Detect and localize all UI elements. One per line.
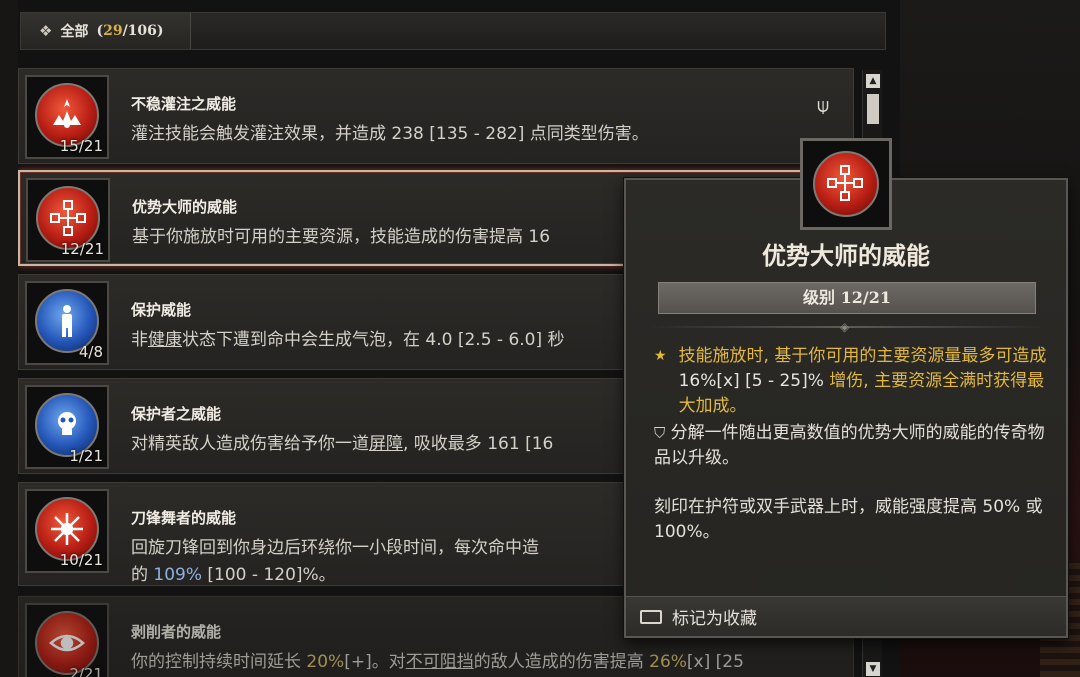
tooltip-level: 级别 12/21 [658,282,1036,314]
four-diamond-icon: ❖ [39,22,53,40]
keyword-link[interactable]: 健康 [148,330,182,350]
left-edge [0,0,18,677]
aspect-icon-frame: 2/21 [25,603,109,677]
keyboard-key-icon [640,609,662,624]
aspect-title: 优势大师的威能 [132,198,238,216]
star-icon: ★ [654,348,667,364]
tooltip-body: ★ 技能施放时, 基于你可用的主要资源量最多可造成 16%[x] [5 - 25… [654,344,1054,545]
aspect-rank: 1/21 [69,447,103,465]
filter-tab-all[interactable]: ❖ 全部 (29/106) [21,13,191,49]
aspect-title: 剥削者的威能 [131,623,222,641]
aspect-title: 刀锋舞者的威能 [131,509,237,527]
keyword-link[interactable]: 不可阻挡 [406,652,474,672]
filter-tab-count: (29/106) [96,23,164,39]
list-item[interactable]: 15/21 不稳灌注之威能 灌注技能会触发灌注效果，并造成 238 [135 -… [18,68,854,164]
divider-gem-icon: ◈ [840,320,850,334]
mark-favorite-button[interactable]: 标记为收藏 [626,596,1066,636]
aspect-icon-frame: 10/21 [25,489,109,573]
aspect-rank: 15/21 [59,137,103,155]
tooltip-imprint: 刻印在护符或双手武器上时，威能强度提高 50% 或 100%。 [654,497,1043,542]
aspect-rank: 2/21 [69,665,103,677]
filter-header: ❖ 全部 (29/106) [20,12,886,50]
pin-icon[interactable]: ⍦ [817,93,841,117]
aspect-rank: 12/21 [60,240,104,258]
aspect-title: 保护威能 [131,301,192,319]
aspect-description: 你的控制持续时间延长 20%[+]。对不可阻挡的敌人造成的伤害提高 26%[x]… [131,652,744,672]
scroll-down-icon[interactable]: ▼ [866,662,880,676]
tooltip-main-effect: ★ 技能施放时, 基于你可用的主要资源量最多可造成 16%[x] [5 - 25… [654,344,1054,419]
aspect-icon-frame: 12/21 [26,178,110,262]
aspect-icon-frame: 15/21 [25,75,109,159]
filter-tab-label: 全部 [60,24,89,40]
aspect-title: 保护者之威能 [131,405,222,423]
tooltip-title: 优势大师的威能 [762,241,930,270]
shield-icon: ⛉ [654,424,666,442]
aspect-icon-frame: 4/8 [25,281,109,365]
scroll-thumb[interactable] [867,94,879,124]
tooltip-salvage: ⛉ 分解一件随出更高数值的优势大师的威能的传奇物品以升级。 [654,423,1045,468]
scroll-up-icon[interactable]: ▲ [866,74,880,88]
tooltip-icon-frame [800,138,892,230]
network-icon [813,151,879,217]
aspect-icon-frame: 1/21 [25,385,109,469]
aspect-rank: 10/21 [59,551,103,569]
aspect-rank: 4/8 [78,343,103,361]
aspect-title: 不稳灌注之威能 [131,95,237,113]
aspect-tooltip: 优势大师的威能 级别 12/21 ◈ ★ 技能施放时, 基于你可用的主要资源量最… [624,178,1068,638]
mark-favorite-label: 标记为收藏 [672,609,757,629]
keyword-link[interactable]: 屏障 [369,434,403,454]
aspect-description: 灌注技能会触发灌注效果，并造成 238 [135 - 282] 点同类型伤害。 [131,124,649,144]
